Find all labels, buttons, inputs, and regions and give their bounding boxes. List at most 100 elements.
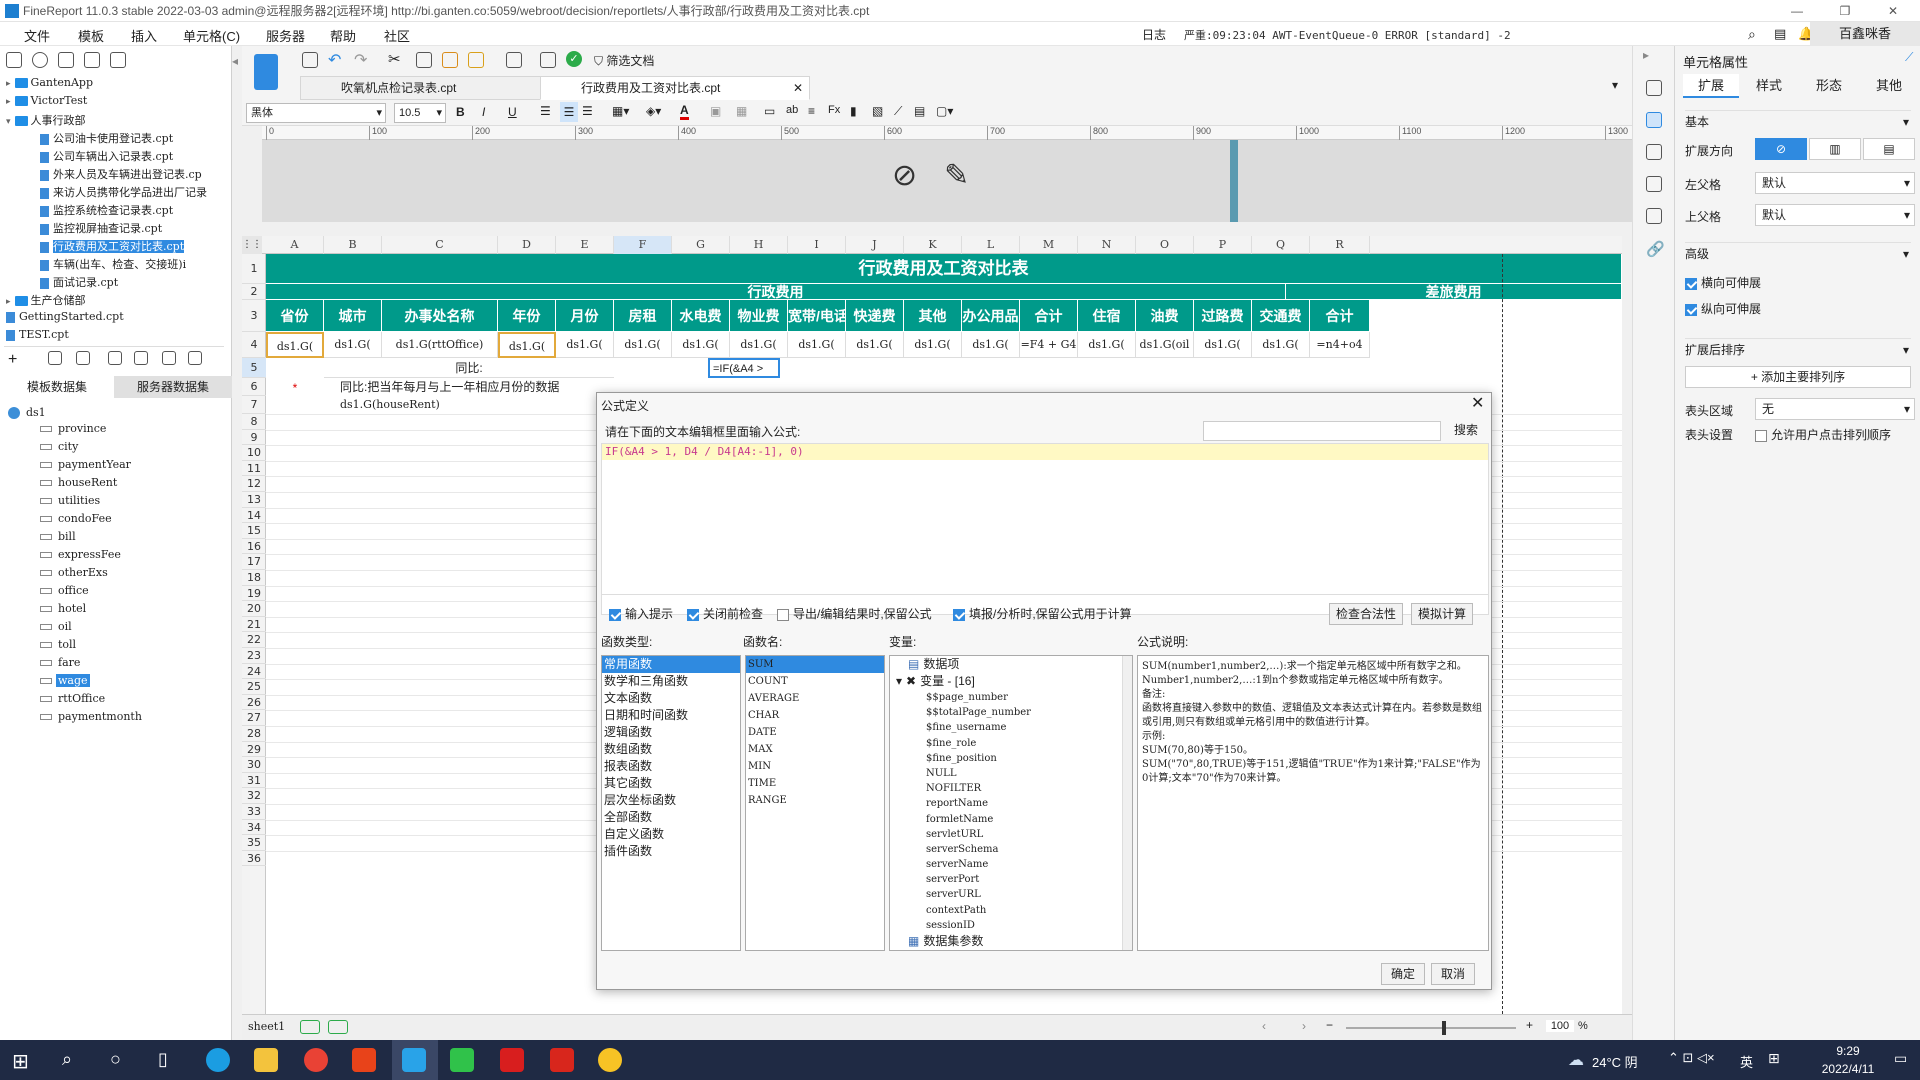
tree-item[interactable]: 车辆(出车、检查、交接班)i xyxy=(40,256,186,272)
edge-icon[interactable] xyxy=(206,1048,230,1072)
row-label[interactable]: 8 xyxy=(242,414,266,430)
var-dataset-param-item[interactable]: ▦ 数据集参数 xyxy=(890,933,1132,950)
chrome-icon[interactable] xyxy=(304,1048,328,1072)
opt-keep-formula-export[interactable]: 导出/编辑结果时,保留公式 xyxy=(777,605,932,622)
dataset-field[interactable]: otherExs xyxy=(40,566,110,579)
variable-item[interactable]: servletURL xyxy=(890,827,1132,842)
tab-menu-icon[interactable]: ▾ xyxy=(1612,78,1618,92)
wechat-icon[interactable] xyxy=(450,1048,474,1072)
variable-item[interactable]: NULL xyxy=(890,766,1132,781)
tree-item[interactable]: 行政费用及工资对比表.cpt xyxy=(40,238,185,254)
column-label-h[interactable]: H xyxy=(730,236,788,254)
dataset-cell[interactable]: ds1.G( xyxy=(614,332,672,358)
dataset-cell[interactable]: ds1.G(oil xyxy=(1136,332,1194,358)
add-sheet-icon[interactable] xyxy=(300,1020,320,1034)
column-header-cell[interactable]: 住宿 xyxy=(1078,300,1136,332)
dataset-field[interactable]: province xyxy=(40,422,108,435)
edit-icon[interactable] xyxy=(48,351,62,365)
dataset-cell[interactable]: ds1.G( xyxy=(846,332,904,358)
expand-arrow-icon[interactable]: ▸ xyxy=(6,97,11,107)
tree-item[interactable]: 来访人员携带化学品进出厂记录 xyxy=(40,184,207,200)
function-type-item[interactable]: 数组函数 xyxy=(602,741,740,758)
notification-icon[interactable]: ▭ xyxy=(1894,1050,1907,1067)
file-explorer-icon[interactable] xyxy=(254,1048,278,1072)
row-label[interactable]: 34 xyxy=(242,820,266,836)
variable-item[interactable]: NOFILTER xyxy=(890,781,1132,796)
format-brush-icon[interactable] xyxy=(468,52,484,68)
delete-icon[interactable] xyxy=(84,52,100,68)
preview-icon[interactable] xyxy=(108,351,122,365)
search-button[interactable]: 搜索 xyxy=(1445,420,1487,442)
template-icon[interactable] xyxy=(254,54,278,90)
italic-button[interactable]: I xyxy=(482,105,485,119)
variable-item[interactable]: serverName xyxy=(890,857,1132,872)
new-folder-icon[interactable] xyxy=(6,52,22,68)
finereport-icon[interactable] xyxy=(402,1048,426,1072)
clock-time[interactable]: 9:29 xyxy=(1808,1044,1888,1058)
row-label[interactable]: 21 xyxy=(242,617,266,633)
column-label-l[interactable]: L xyxy=(962,236,1020,254)
row-label[interactable]: 27 xyxy=(242,710,266,726)
row-label[interactable]: 26 xyxy=(242,695,266,711)
column-header-cell[interactable]: 年份 xyxy=(498,300,556,332)
dataset-cell[interactable]: ds1.G( xyxy=(1078,332,1136,358)
pencil-icon[interactable]: ✎ xyxy=(944,158,969,193)
tab-template-dataset[interactable]: 模板数据集 xyxy=(0,376,114,398)
align-center-icon[interactable]: ☰ xyxy=(560,102,578,122)
column-label-c[interactable]: C xyxy=(382,236,498,254)
opt-keep-formula-calc[interactable]: 填报/分析时,保留公式用于计算 xyxy=(953,605,1132,622)
insert-cell-icon[interactable]: ▭ xyxy=(764,104,775,118)
cell-props-icon[interactable] xyxy=(1646,80,1662,96)
table-icon[interactable] xyxy=(134,351,148,365)
function-search-input[interactable] xyxy=(1203,421,1441,441)
row-label[interactable]: 3 xyxy=(242,300,266,332)
variable-item[interactable]: $$page_number xyxy=(890,690,1132,705)
condition-icon[interactable] xyxy=(1646,208,1662,224)
var-scrollbar[interactable] xyxy=(1122,656,1132,950)
cortana-icon[interactable]: ○ xyxy=(110,1049,121,1070)
tree-item[interactable]: 监控视屏抽查记录.cpt xyxy=(40,220,162,236)
row-label[interactable]: 1 xyxy=(242,254,266,284)
var-report-param-item[interactable]: P报表参数 xyxy=(890,950,1132,951)
row-label[interactable]: 15 xyxy=(242,523,266,539)
column-header-cell[interactable]: 合计 xyxy=(1020,300,1078,332)
parameter-pane-splitter[interactable] xyxy=(1230,140,1238,222)
vertical-expand-button[interactable]: ▥ xyxy=(1809,138,1861,160)
add-dataset-icon[interactable]: + xyxy=(8,351,17,369)
widget-icon[interactable] xyxy=(1646,176,1662,192)
variable-item[interactable]: $$totalPage_number xyxy=(890,705,1132,720)
float-element-icon[interactable] xyxy=(1646,144,1662,160)
dataset-cell[interactable]: ds1.G( xyxy=(672,332,730,358)
column-header-cell[interactable]: 宽带/电话 xyxy=(788,300,846,332)
allow-sort-checkbox[interactable]: 允许用户点击排列顺序 xyxy=(1755,426,1891,443)
dataset-field[interactable]: toll xyxy=(40,638,78,651)
collapse-right-icon[interactable]: ▸ xyxy=(1643,48,1649,62)
text-cell-icon[interactable]: ab xyxy=(786,104,798,116)
column-label-q[interactable]: Q xyxy=(1252,236,1310,254)
tree-item[interactable]: 公司油卡使用登记表.cpt xyxy=(40,130,173,146)
font-size-select[interactable]: 10.5 ▾ xyxy=(394,103,446,123)
dataset-cell[interactable]: ds1.G( xyxy=(498,332,556,358)
row-label[interactable]: 33 xyxy=(242,804,266,820)
function-type-item[interactable]: 常用函数 xyxy=(602,656,740,673)
tree-item[interactable]: 监控系统检查记录表.cpt xyxy=(40,202,173,218)
minimize-button[interactable]: — xyxy=(1774,0,1820,22)
expand-arrow-icon[interactable]: ▾ xyxy=(6,117,11,127)
tree-item[interactable]: GettingStarted.cpt xyxy=(6,310,124,323)
tree-item[interactable]: ▾ 人事行政部 xyxy=(6,112,86,128)
var-root-item[interactable]: ▤ 数据项 xyxy=(890,656,1132,673)
undo-icon[interactable]: ↶ xyxy=(328,50,341,70)
column-header-cell[interactable]: 省份 xyxy=(266,300,324,332)
variable-item[interactable]: $fine_role xyxy=(890,736,1132,751)
column-header-cell[interactable]: 水电费 xyxy=(672,300,730,332)
zoom-in-icon[interactable]: + xyxy=(1526,1018,1533,1032)
column-header-cell[interactable]: 合计 xyxy=(1310,300,1370,332)
dataset-cell[interactable]: ds1.G( xyxy=(904,332,962,358)
prev-icon[interactable]: ‹ xyxy=(1262,1019,1266,1033)
function-name-item[interactable]: TIME xyxy=(746,775,884,792)
variable-item[interactable]: $fine_username xyxy=(890,720,1132,735)
dataset-cell[interactable]: ds1.G( xyxy=(324,332,382,358)
row-label[interactable]: 10 xyxy=(242,445,266,461)
office-icon[interactable] xyxy=(352,1048,376,1072)
close-icon[interactable]: ✕ xyxy=(793,77,803,99)
